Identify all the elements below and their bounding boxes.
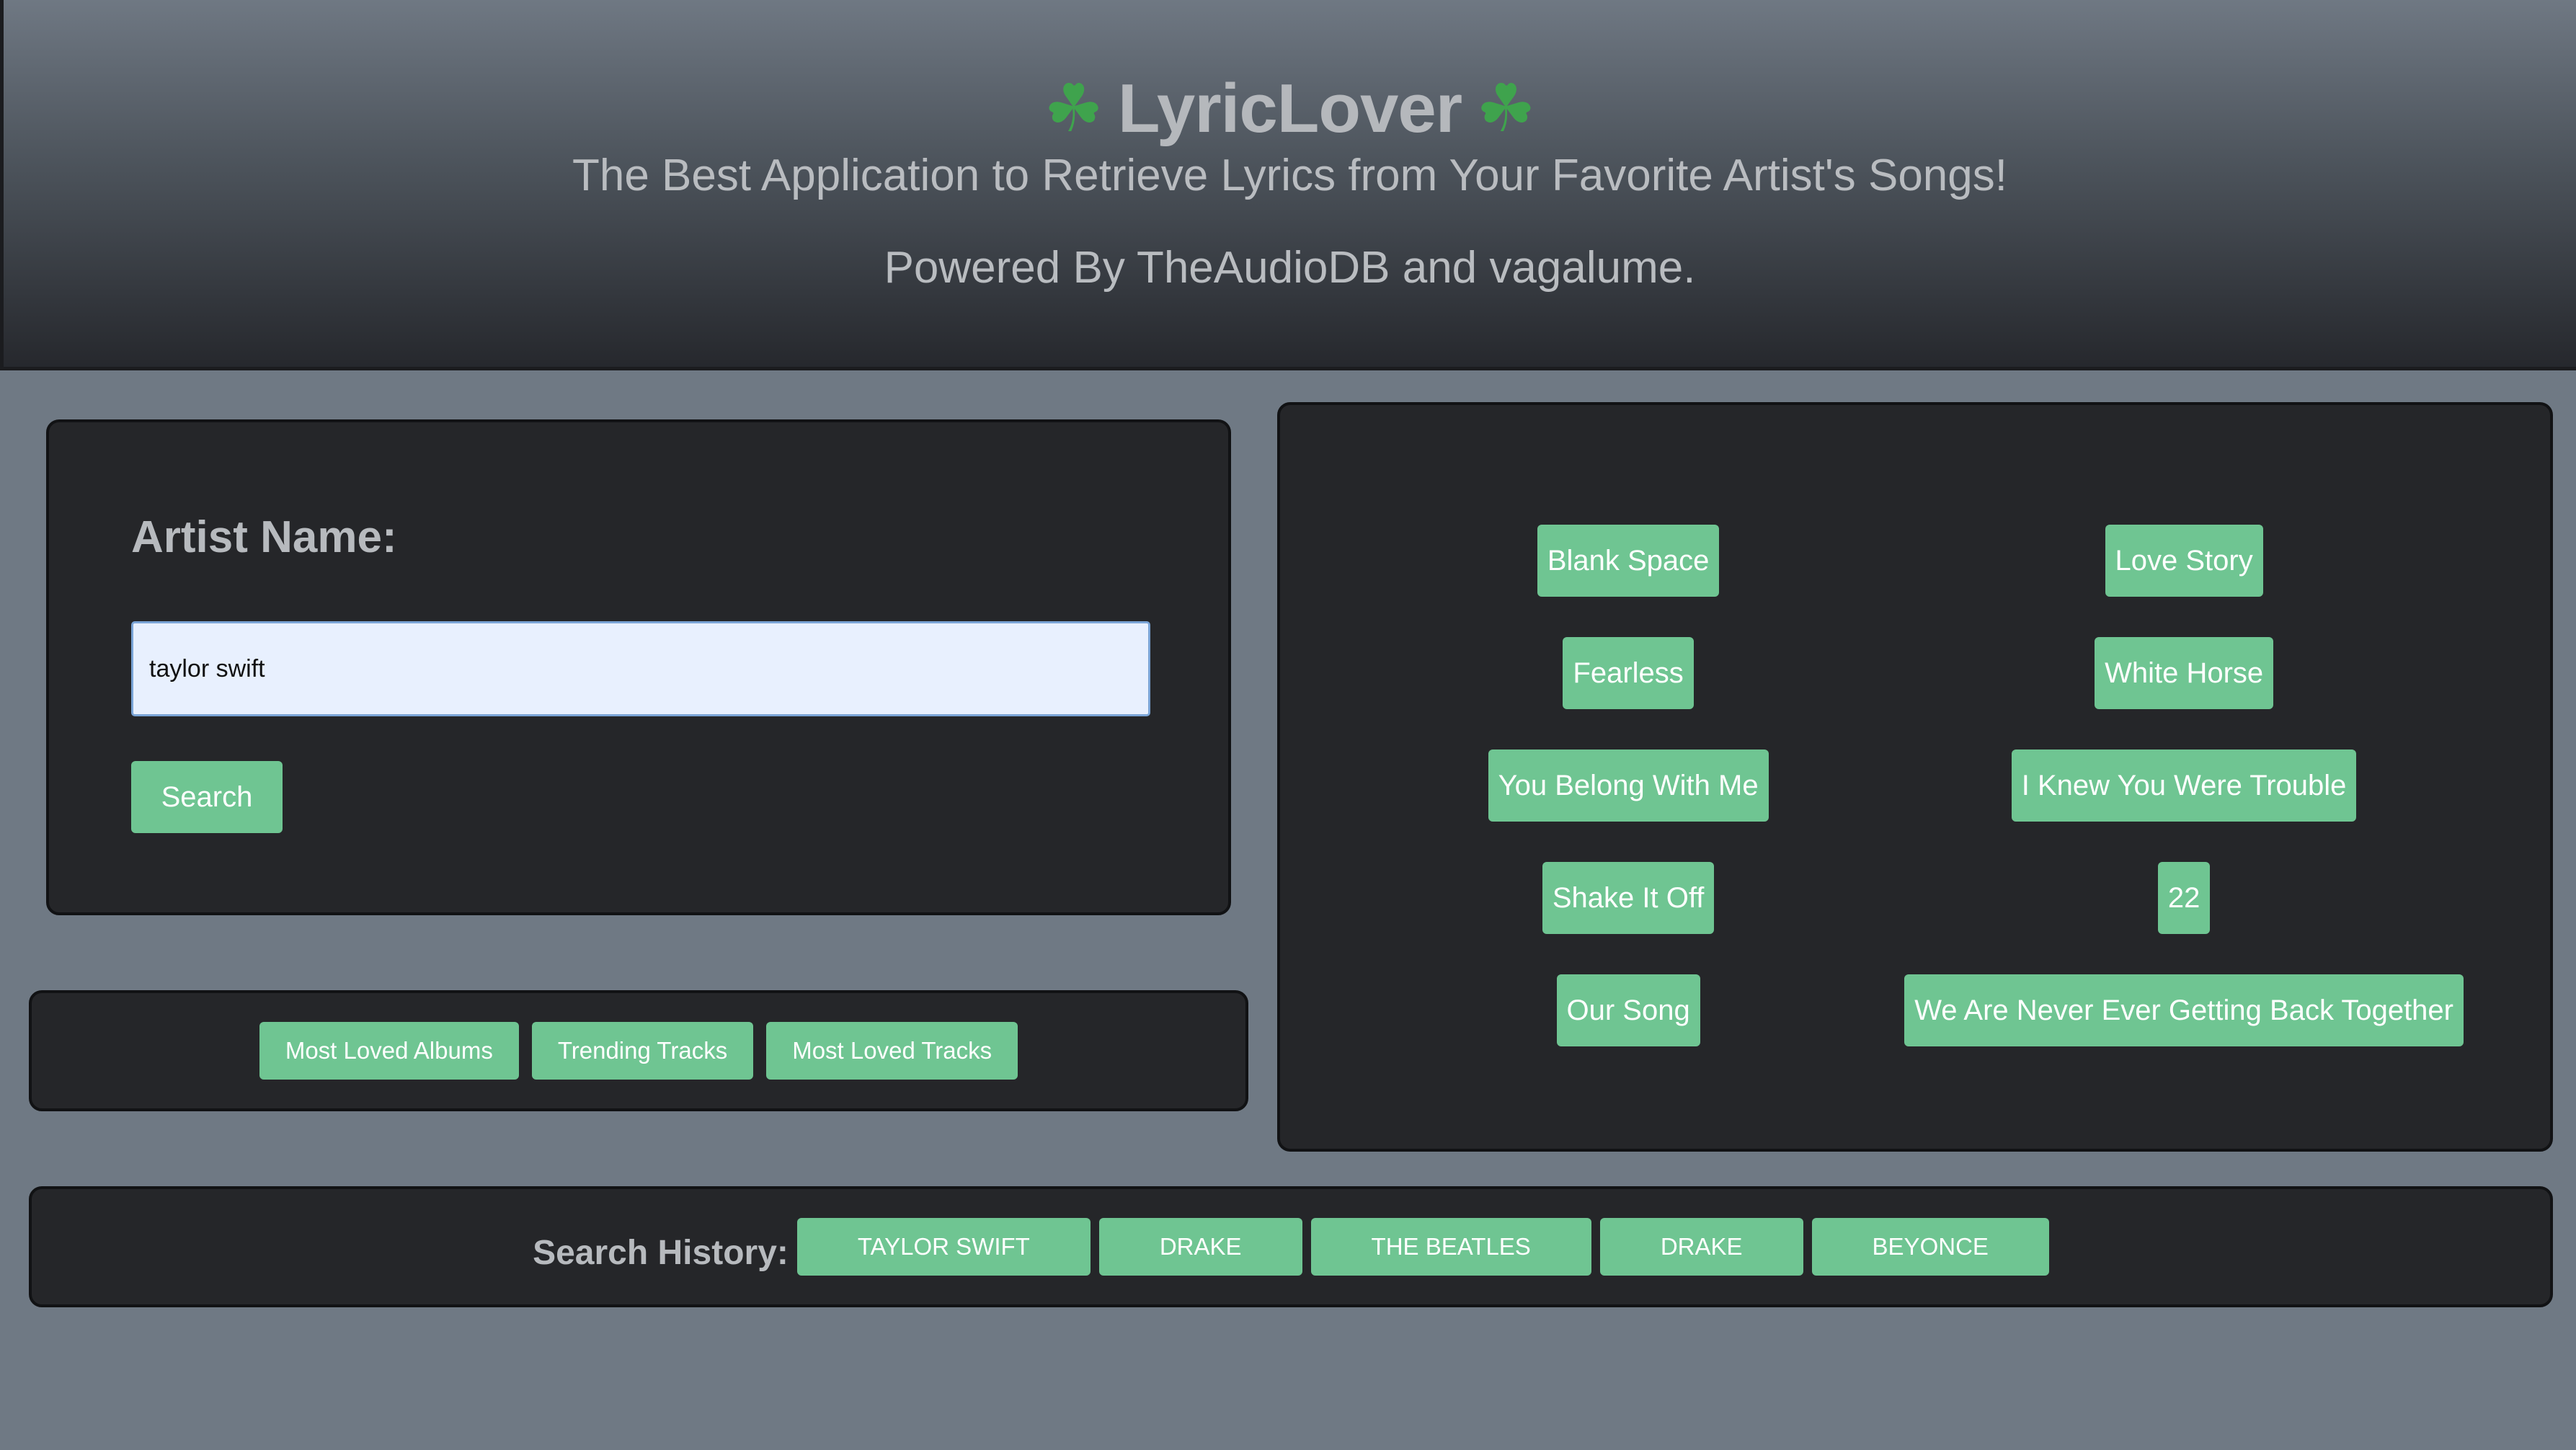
trending-tracks-button[interactable]: Trending Tracks (531, 1022, 754, 1080)
song-button[interactable]: 22 (2157, 862, 2211, 934)
song-button[interactable]: Our Song (1556, 974, 1700, 1046)
artist-name-label: Artist Name: (131, 512, 397, 562)
song-button[interactable]: Blank Space (1537, 525, 1720, 597)
most-loved-tracks-button[interactable]: Most Loved Tracks (766, 1022, 1018, 1080)
song-button[interactable]: Love Story (2105, 525, 2263, 597)
song-button[interactable]: I Knew You Were Trouble (2011, 750, 2357, 822)
history-item-button[interactable]: DRAKE (1599, 1218, 1803, 1276)
artist-search-panel: Artist Name: Search (46, 419, 1231, 915)
search-history-row: Search History: TAYLOR SWIFT DRAKE THE B… (32, 1218, 2550, 1276)
songs-grid: Blank Space Love Story Fearless White Ho… (1280, 525, 2550, 1046)
app-title: LyricLover (1117, 70, 1462, 147)
most-loved-albums-button[interactable]: Most Loved Albums (259, 1022, 519, 1080)
history-item-button[interactable]: DRAKE (1098, 1218, 1302, 1276)
song-button[interactable]: We Are Never Ever Getting Back Together (1904, 974, 2464, 1046)
song-button[interactable]: Fearless (1563, 637, 1694, 709)
history-item-button[interactable]: BEYONCE (1811, 1218, 2049, 1276)
song-button[interactable]: You Belong With Me (1488, 750, 1769, 822)
history-item-button[interactable]: THE BEATLES (1310, 1218, 1591, 1276)
quick-links-panel: Most Loved Albums Trending Tracks Most L… (29, 990, 1248, 1111)
app-tagline: The Best Application to Retrieve Lyrics … (572, 151, 2007, 200)
search-history-label: Search History: (533, 1233, 789, 1272)
song-button[interactable]: Shake It Off (1542, 862, 1715, 934)
history-item-button[interactable]: TAYLOR SWIFT (796, 1218, 1091, 1276)
song-button[interactable]: White Horse (2095, 637, 2274, 709)
search-button[interactable]: Search (131, 761, 283, 833)
artist-name-input[interactable] (131, 621, 1150, 716)
shamrock-icon: ☘ (1044, 72, 1103, 146)
powered-by-text: Powered By TheAudioDB and vagalume. (884, 243, 1696, 293)
search-history-panel: Search History: TAYLOR SWIFT DRAKE THE B… (29, 1186, 2553, 1307)
quick-links-row: Most Loved Albums Trending Tracks Most L… (32, 1022, 1245, 1080)
app-header: ☘ LyricLover ☘ The Best Application to R… (0, 0, 2576, 370)
songs-panel: Blank Space Love Story Fearless White Ho… (1277, 402, 2553, 1152)
title-row: ☘ LyricLover ☘ (4, 62, 2576, 156)
shamrock-icon: ☘ (1476, 72, 1536, 146)
